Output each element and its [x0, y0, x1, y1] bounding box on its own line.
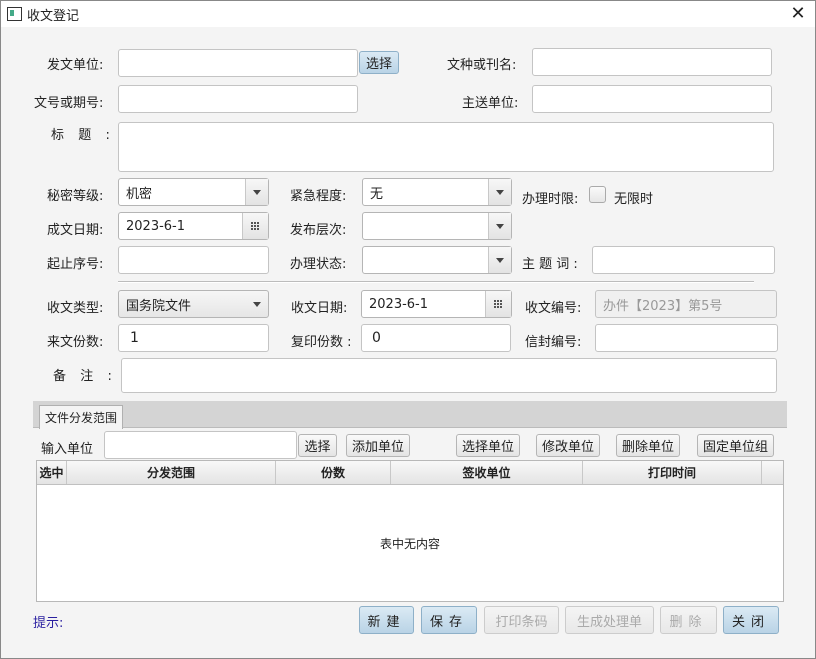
- select-issuer-button[interactable]: 选择: [359, 51, 399, 74]
- urgency-label: 紧急程度:: [290, 189, 347, 204]
- column-header[interactable]: 选中: [37, 461, 67, 484]
- keywords-label: 主 题 词 :: [522, 257, 578, 272]
- remark-input[interactable]: [121, 358, 777, 393]
- doc-type-input[interactable]: [532, 48, 772, 76]
- main-recipient-label: 主送单位:: [462, 96, 519, 111]
- input-unit-label: 输入单位: [41, 442, 94, 457]
- issuer-label: 发文单位:: [47, 58, 104, 73]
- written-date-value: 2023-6-1: [126, 218, 186, 234]
- tab-distribution[interactable]: 文件分发范围: [39, 405, 124, 429]
- generate-sheet-button[interactable]: 生成处理单: [565, 606, 654, 634]
- empty-placeholder: 表中无内容: [379, 537, 440, 551]
- main-recipient-input[interactable]: [532, 85, 772, 113]
- fixed-group-button[interactable]: 固定单位组: [697, 434, 774, 457]
- unit-input[interactable]: [104, 431, 297, 459]
- tab-strip: [33, 401, 787, 428]
- deadline-label: 办理时限:: [522, 192, 579, 207]
- subject-label: 标 题 :: [51, 128, 112, 143]
- recv-date-value: 2023-6-1: [369, 296, 429, 312]
- secrecy-label: 秘密等级:: [47, 189, 104, 204]
- keywords-input[interactable]: [592, 246, 775, 274]
- recv-type-label: 收文类型:: [47, 301, 104, 316]
- choose-unit-button[interactable]: 选择单位: [456, 434, 520, 457]
- doc-no-label: 文号或期号:: [34, 96, 104, 111]
- divider: [118, 281, 754, 283]
- unlimited-label: 无限时: [614, 192, 654, 207]
- chevron-down-icon[interactable]: [488, 247, 511, 273]
- print-copies-label: 复印份数 :: [291, 335, 352, 350]
- status-label: 办理状态:: [290, 257, 347, 272]
- recv-date-picker[interactable]: 2023-6-1: [361, 290, 512, 318]
- recv-type-combo[interactable]: 国务院文件: [118, 290, 269, 318]
- recv-type-value: 国务院文件: [126, 298, 192, 314]
- column-header[interactable]: 分发范围: [67, 461, 276, 484]
- subject-textarea[interactable]: [118, 122, 774, 172]
- column-header[interactable]: 份数: [276, 461, 391, 484]
- remark-label: 备 注 :: [53, 369, 114, 384]
- new-button[interactable]: 新建: [359, 606, 414, 634]
- column-header[interactable]: 签收单位: [391, 461, 583, 484]
- window-title: 收文登记: [27, 9, 80, 24]
- doc-no-input[interactable]: [118, 85, 358, 113]
- calendar-icon[interactable]: [242, 213, 268, 239]
- envelope-input[interactable]: [595, 324, 778, 352]
- print-barcode-button[interactable]: 打印条码: [484, 606, 559, 634]
- recv-date-label: 收文日期:: [291, 301, 348, 316]
- secrecy-combo[interactable]: 机密: [118, 178, 269, 206]
- unlimited-checkbox[interactable]: [589, 186, 606, 203]
- urgency-combo[interactable]: 无: [362, 178, 512, 206]
- close-icon[interactable]: ✕: [787, 3, 809, 25]
- seq-input[interactable]: [118, 246, 269, 274]
- written-date-label: 成文日期:: [47, 223, 104, 238]
- chevron-down-icon[interactable]: [488, 179, 511, 205]
- calendar-icon[interactable]: [485, 291, 511, 317]
- written-date-picker[interactable]: 2023-6-1: [118, 212, 269, 240]
- publish-level-combo[interactable]: [362, 212, 512, 240]
- seq-label: 起止序号:: [47, 257, 104, 272]
- urgency-value: 无: [370, 186, 384, 202]
- modify-unit-button[interactable]: 修改单位: [536, 434, 600, 457]
- hint-label: 提示:: [33, 616, 64, 631]
- distribution-table[interactable]: 选中 分发范围 份数 签收单位 打印时间 表中无内容: [36, 460, 784, 602]
- save-button[interactable]: 保存: [421, 606, 477, 634]
- add-unit-button[interactable]: 添加单位: [346, 434, 410, 457]
- copies-label: 来文份数:: [47, 335, 104, 350]
- recv-no-field: 办件【2023】第5号: [595, 290, 777, 318]
- title-bar[interactable]: 收文登记 ✕: [1, 1, 815, 27]
- delete-button[interactable]: 删除: [660, 606, 717, 634]
- chevron-down-icon[interactable]: [245, 179, 268, 205]
- column-filler: [762, 461, 783, 484]
- print-copies-input[interactable]: 0: [361, 324, 511, 352]
- column-header[interactable]: 打印时间: [583, 461, 762, 484]
- chevron-down-icon[interactable]: [488, 213, 511, 239]
- status-combo[interactable]: [362, 246, 512, 274]
- publish-level-label: 发布层次:: [290, 223, 347, 238]
- chevron-down-icon[interactable]: [246, 291, 268, 317]
- select-button[interactable]: 选择: [298, 434, 337, 457]
- issuer-input[interactable]: [118, 49, 358, 77]
- close-button[interactable]: 关闭: [723, 606, 779, 634]
- dialog-window: 收文登记 ✕ 发文单位: 选择 文种或刊名: 文号或期号: 主送单位: 标 题 …: [0, 0, 816, 659]
- secrecy-value: 机密: [126, 186, 153, 202]
- delete-unit-button[interactable]: 删除单位: [616, 434, 680, 457]
- recv-no-label: 收文编号:: [525, 301, 582, 316]
- table-header: 选中 分发范围 份数 签收单位 打印时间: [37, 461, 783, 485]
- app-window-icon: [7, 7, 22, 21]
- doc-type-label: 文种或刊名:: [447, 58, 517, 73]
- copies-input[interactable]: 1: [118, 324, 269, 352]
- envelope-label: 信封编号:: [525, 335, 582, 350]
